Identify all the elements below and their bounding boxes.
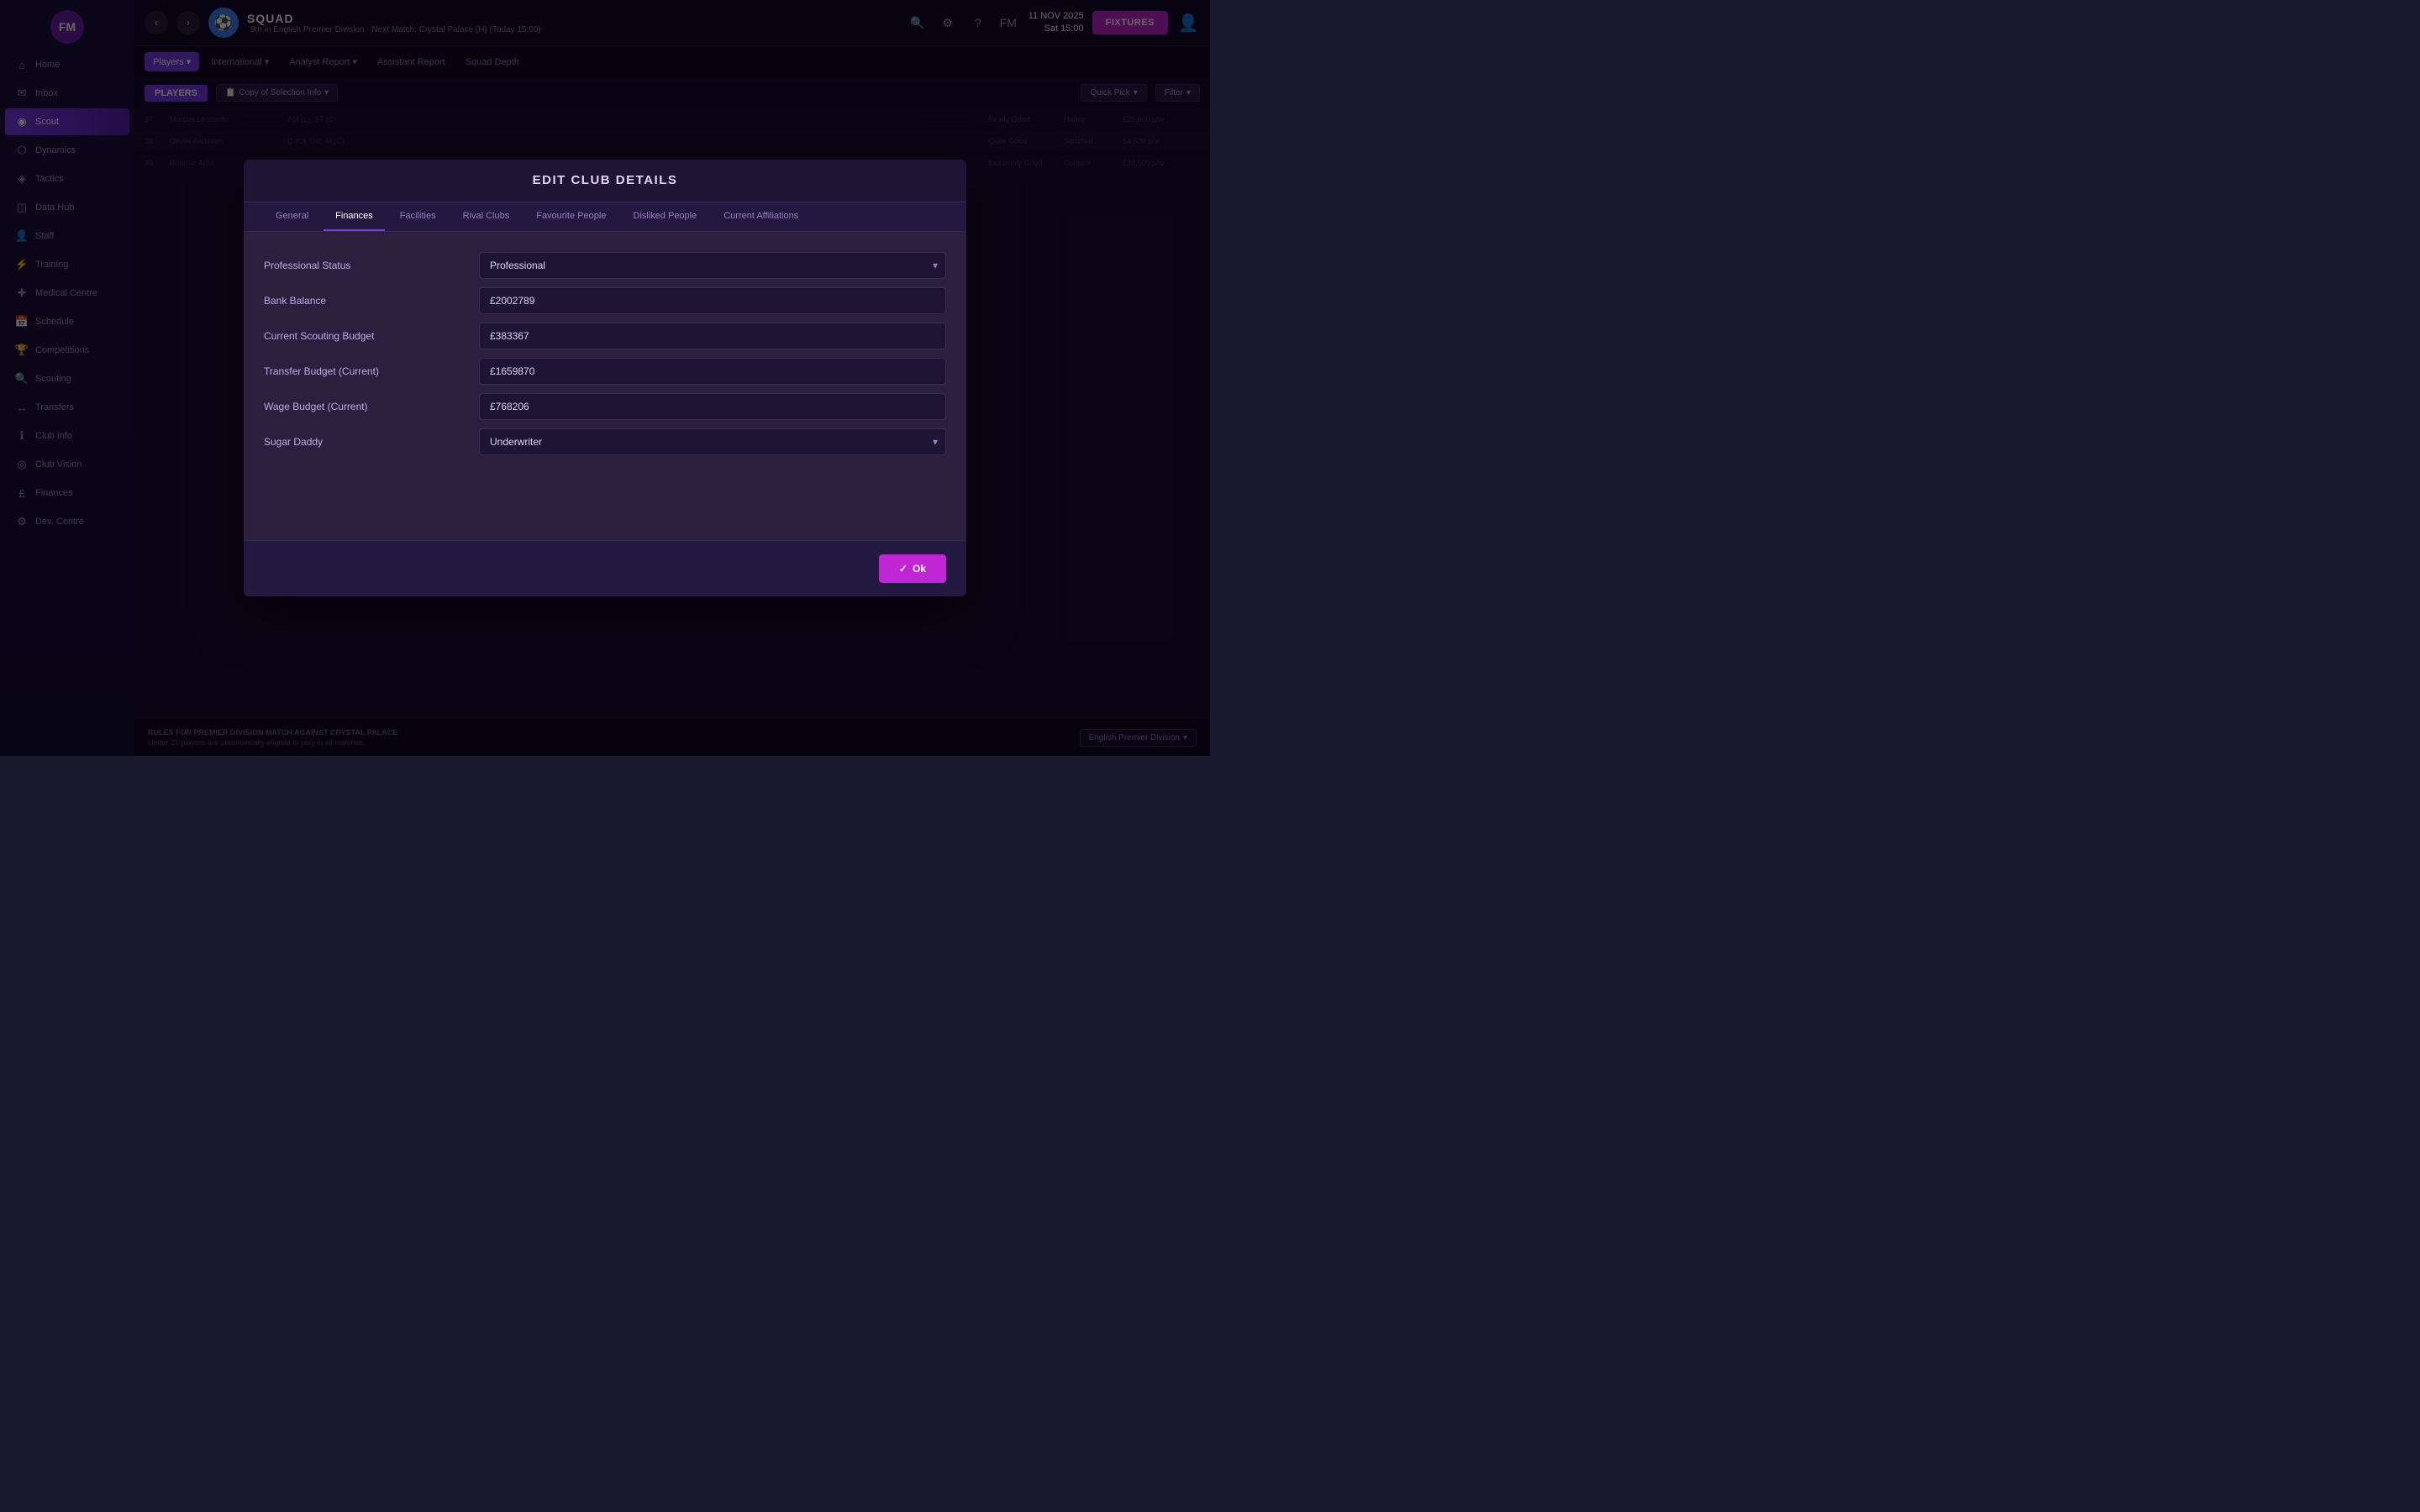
professional-status-select[interactable]: Professional Semi-Professional Amateur — [479, 252, 946, 279]
sugar-daddy-select[interactable]: Underwriter None Benefactor Sugar Daddy — [479, 428, 946, 455]
scouting-budget-label: Current Scouting Budget — [264, 330, 466, 342]
sugar-daddy-select-wrapper: Underwriter None Benefactor Sugar Daddy — [479, 428, 946, 455]
modal-header: EDIT CLUB DETAILS — [244, 160, 966, 202]
wage-budget-input[interactable] — [479, 393, 946, 420]
bank-balance-label: Bank Balance — [264, 295, 466, 307]
sugar-daddy-label: Sugar Daddy — [264, 436, 466, 448]
tab-rival-clubs[interactable]: Rival Clubs — [451, 202, 522, 231]
modal-footer: ✓ Ok — [244, 540, 966, 596]
professional-status-label: Professional Status — [264, 260, 466, 271]
transfer-budget-row: Transfer Budget (Current) — [264, 358, 946, 385]
scouting-budget-row: Current Scouting Budget — [264, 323, 946, 349]
transfer-budget-input[interactable] — [479, 358, 946, 385]
professional-status-row: Professional Status Professional Semi-Pr… — [264, 252, 946, 279]
wage-budget-row: Wage Budget (Current) — [264, 393, 946, 420]
modal-tabs: General Finances Facilities Rival Clubs … — [244, 202, 966, 232]
modal-title: EDIT CLUB DETAILS — [533, 173, 678, 187]
bank-balance-input[interactable] — [479, 287, 946, 314]
checkmark-icon: ✓ — [899, 563, 908, 575]
tab-facilities[interactable]: Facilities — [388, 202, 448, 231]
bank-balance-row: Bank Balance — [264, 287, 946, 314]
professional-status-select-wrapper: Professional Semi-Professional Amateur — [479, 252, 946, 279]
wage-budget-label: Wage Budget (Current) — [264, 401, 466, 412]
tab-favourite-people[interactable]: Favourite People — [524, 202, 618, 231]
tab-disliked-people[interactable]: Disliked People — [621, 202, 708, 231]
tab-current-affiliations[interactable]: Current Affiliations — [712, 202, 810, 231]
sugar-daddy-row: Sugar Daddy Underwriter None Benefactor … — [264, 428, 946, 455]
scouting-budget-input[interactable] — [479, 323, 946, 349]
edit-club-details-modal: EDIT CLUB DETAILS General Finances Facil… — [244, 160, 966, 596]
ok-button[interactable]: ✓ Ok — [879, 554, 946, 583]
transfer-budget-label: Transfer Budget (Current) — [264, 365, 466, 377]
tab-general[interactable]: General — [264, 202, 320, 231]
modal-body: Professional Status Professional Semi-Pr… — [244, 232, 966, 540]
modal-overlay: EDIT CLUB DETAILS General Finances Facil… — [0, 0, 1210, 756]
tab-finances[interactable]: Finances — [324, 202, 385, 231]
